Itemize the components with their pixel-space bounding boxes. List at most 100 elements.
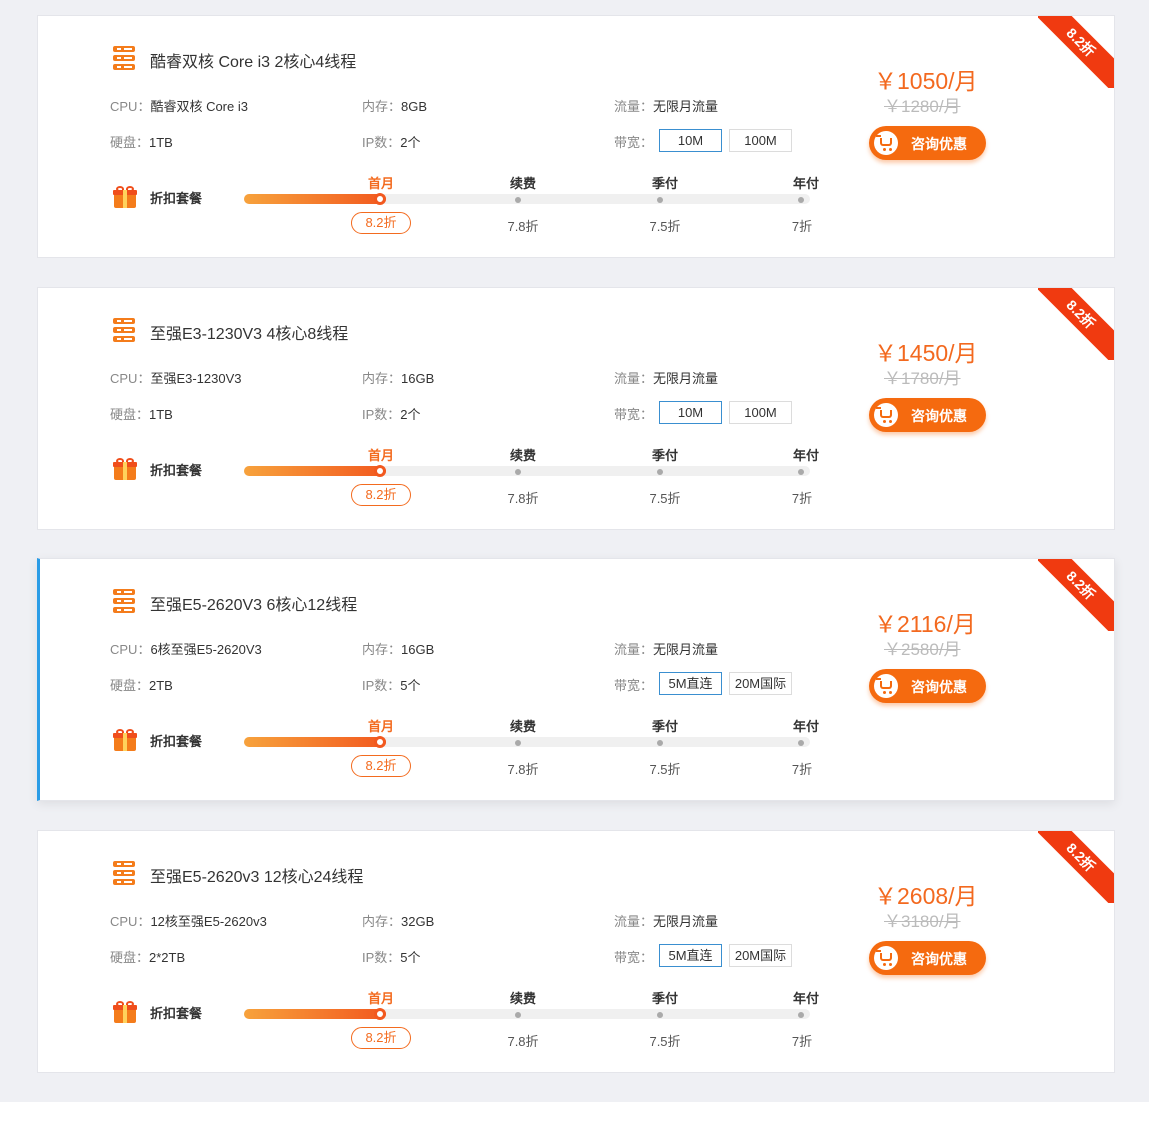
- rate-label: 7折: [791, 1034, 813, 1049]
- plan-slider[interactable]: [244, 465, 810, 477]
- product-card: 8.2折 至强E5-2620v3 12核心24线程 CPU：12核至强E5-26…: [37, 830, 1115, 1073]
- product-title: 至强E5-2620V3 6核心12线程: [150, 597, 358, 614]
- plan-slider-node[interactable]: [657, 469, 663, 475]
- plan-slider-knob[interactable]: [374, 465, 386, 477]
- plan-slider-knob[interactable]: [374, 193, 386, 205]
- bandwidth-option[interactable]: 20M国际: [729, 672, 792, 695]
- plan-option-yearly[interactable]: 年付: [793, 716, 819, 735]
- consult-button-label: 咨询优惠: [911, 951, 967, 967]
- plan-slider-node[interactable]: [515, 1012, 521, 1018]
- plan-slider-node[interactable]: [515, 740, 521, 746]
- plan-option-quarterly[interactable]: 季付: [652, 988, 678, 1007]
- plan-slider-fill: [244, 466, 386, 476]
- plan-option-first-month[interactable]: 首月: [368, 445, 394, 464]
- consult-button[interactable]: 咨询优惠: [869, 126, 986, 160]
- plan-slider-node[interactable]: [657, 1012, 663, 1018]
- consult-button[interactable]: 咨询优惠: [869, 669, 986, 703]
- consult-button[interactable]: 咨询优惠: [869, 398, 986, 432]
- discount-package-label: 折扣套餐: [150, 1006, 203, 1021]
- rate-label: 7.8折: [507, 762, 539, 777]
- bandwidth-option[interactable]: 20M国际: [729, 944, 792, 967]
- plan-slider[interactable]: [244, 193, 810, 205]
- plan-slider-node[interactable]: [515, 469, 521, 475]
- bandwidth-option[interactable]: 100M: [729, 401, 792, 424]
- plan-option-first-month[interactable]: 首月: [368, 988, 394, 1007]
- current-price: ￥1050/月: [874, 68, 978, 94]
- discount-ribbon: 8.2折: [1038, 831, 1114, 903]
- server-icon: [113, 318, 135, 342]
- cpu-spec: CPU：6核至强E5-2620V3: [110, 642, 262, 657]
- plan-option-quarterly[interactable]: 季付: [652, 716, 678, 735]
- gift-icon: [113, 458, 137, 480]
- plan-option-quarterly[interactable]: 季付: [652, 445, 678, 464]
- plan-slider-node[interactable]: [657, 740, 663, 746]
- plan-slider-knob[interactable]: [374, 736, 386, 748]
- ip-spec: IP数：5个: [362, 678, 421, 693]
- discount-ribbon-text: 8.2折: [1038, 559, 1114, 631]
- plan-option-renewal[interactable]: 续费: [510, 445, 536, 464]
- server-icon: [113, 46, 135, 70]
- traffic-spec: 流量：无限月流量: [614, 371, 719, 386]
- product-title: 至强E3-1230V3 4核心8线程: [150, 326, 349, 343]
- rate-label: 7折: [791, 491, 813, 506]
- bandwidth-option[interactable]: 5M直连: [659, 944, 722, 967]
- plan-slider[interactable]: [244, 736, 810, 748]
- gift-icon: [113, 1001, 137, 1023]
- ip-spec: IP数：5个: [362, 950, 421, 965]
- original-price: ￥2580/月: [884, 640, 961, 659]
- plan-option-quarterly[interactable]: 季付: [652, 173, 678, 192]
- rate-label: 7.8折: [507, 1034, 539, 1049]
- discount-ribbon-text: 8.2折: [1038, 288, 1114, 360]
- plan-slider[interactable]: [244, 1008, 810, 1020]
- traffic-spec: 流量：无限月流量: [614, 914, 719, 929]
- product-title: 至强E5-2620v3 12核心24线程: [150, 869, 364, 886]
- plan-slider-fill: [244, 1009, 386, 1019]
- ip-spec: IP数：2个: [362, 407, 421, 422]
- discount-ribbon: 8.2折: [1038, 288, 1114, 360]
- bandwidth-label: 带宽：: [614, 678, 654, 693]
- discount-ribbon: 8.2折: [1038, 16, 1114, 88]
- cart-icon: [874, 403, 898, 427]
- plan-slider-node[interactable]: [798, 740, 804, 746]
- consult-button[interactable]: 咨询优惠: [869, 941, 986, 975]
- consult-button-label: 咨询优惠: [911, 408, 967, 424]
- plan-slider-node[interactable]: [657, 197, 663, 203]
- bandwidth-option[interactable]: 100M: [729, 129, 792, 152]
- rate-label: 7折: [791, 219, 813, 234]
- plan-slider-node[interactable]: [798, 1012, 804, 1018]
- cart-icon: [874, 674, 898, 698]
- bandwidth-option[interactable]: 10M: [659, 129, 722, 152]
- cart-icon: [874, 131, 898, 155]
- plan-option-renewal[interactable]: 续费: [510, 173, 536, 192]
- plan-slider-node[interactable]: [798, 197, 804, 203]
- server-icon: [113, 589, 135, 613]
- plan-option-yearly[interactable]: 年付: [793, 445, 819, 464]
- bandwidth-label: 带宽：: [614, 950, 654, 965]
- ip-spec: IP数：2个: [362, 135, 421, 150]
- original-price: ￥1780/月: [884, 369, 961, 388]
- plan-slider-knob[interactable]: [374, 1008, 386, 1020]
- disk-spec: 硬盘：2*2TB: [110, 950, 186, 965]
- plan-slider-node[interactable]: [798, 469, 804, 475]
- plan-option-first-month[interactable]: 首月: [368, 173, 394, 192]
- memory-spec: 内存：32GB: [362, 914, 435, 929]
- bandwidth-option[interactable]: 5M直连: [659, 672, 722, 695]
- product-card: 8.2折 至强E3-1230V3 4核心8线程 CPU：至强E3-1230V3 …: [37, 287, 1115, 530]
- disk-spec: 硬盘：1TB: [110, 135, 173, 150]
- server-icon: [113, 861, 135, 885]
- product-card-active: 8.2折 至强E5-2620V3 6核心12线程 CPU：6核至强E5-2620…: [37, 558, 1115, 801]
- rate-badge: 8.2折: [351, 755, 411, 777]
- bandwidth-option[interactable]: 10M: [659, 401, 722, 424]
- plan-option-first-month[interactable]: 首月: [368, 716, 394, 735]
- original-price: ￥3180/月: [884, 912, 961, 931]
- plan-slider-node[interactable]: [515, 197, 521, 203]
- plan-option-renewal[interactable]: 续费: [510, 988, 536, 1007]
- rate-label: 7.8折: [507, 491, 539, 506]
- cpu-spec: CPU：酷睿双核 Core i3: [110, 99, 248, 114]
- rate-label: 7.5折: [649, 491, 681, 506]
- plan-option-yearly[interactable]: 年付: [793, 173, 819, 192]
- traffic-spec: 流量：无限月流量: [614, 99, 719, 114]
- cpu-spec: CPU：12核至强E5-2620v3: [110, 914, 267, 929]
- plan-option-renewal[interactable]: 续费: [510, 716, 536, 735]
- plan-option-yearly[interactable]: 年付: [793, 988, 819, 1007]
